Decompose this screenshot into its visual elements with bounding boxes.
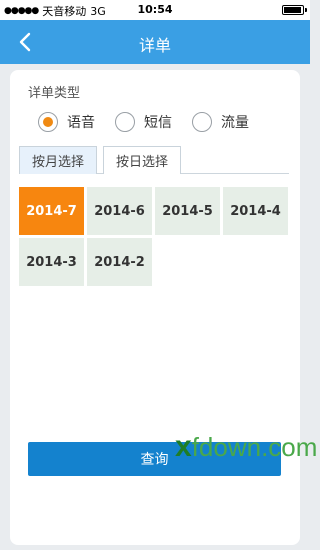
radio-circle-icon: [192, 112, 212, 132]
tab-by-month[interactable]: 按月选择: [19, 146, 97, 174]
month-cell[interactable]: 2014-7: [19, 187, 84, 235]
detail-card: 详单类型 语音 短信 流量 按月选择 按日选择 2014-7 2014-6 20…: [10, 70, 300, 545]
radio-sms[interactable]: 短信: [115, 112, 172, 132]
month-cell[interactable]: 2014-2: [87, 238, 152, 286]
month-cell[interactable]: 2014-6: [87, 187, 152, 235]
radio-circle-icon: [115, 112, 135, 132]
radio-circle-icon: [38, 112, 58, 132]
radio-label: 语音: [67, 115, 95, 131]
radio-label: 流量: [221, 115, 249, 131]
month-cell[interactable]: 2014-5: [155, 187, 220, 235]
clock: 10:54: [137, 3, 173, 16]
page-title: 详单: [138, 36, 171, 55]
tab-by-day[interactable]: 按日选择: [103, 146, 181, 174]
month-cell[interactable]: 2014-3: [19, 238, 84, 286]
month-cell[interactable]: 2014-4: [223, 187, 288, 235]
watermark: xfdown.com: [175, 430, 318, 463]
date-mode-tabs: 按月选择 按日选择: [19, 146, 289, 174]
status-bar: ●●●●● 天音移动 3G 10:54: [0, 0, 310, 20]
detail-type-radio-group: 语音 短信 流量: [38, 112, 249, 132]
radio-voice[interactable]: 语音: [38, 112, 95, 132]
radio-data-traffic[interactable]: 流量: [192, 112, 249, 132]
nav-bar: 详单: [0, 20, 310, 64]
battery-icon: [282, 5, 307, 15]
detail-type-label: 详单类型: [28, 86, 81, 101]
radio-label: 短信: [144, 115, 172, 131]
